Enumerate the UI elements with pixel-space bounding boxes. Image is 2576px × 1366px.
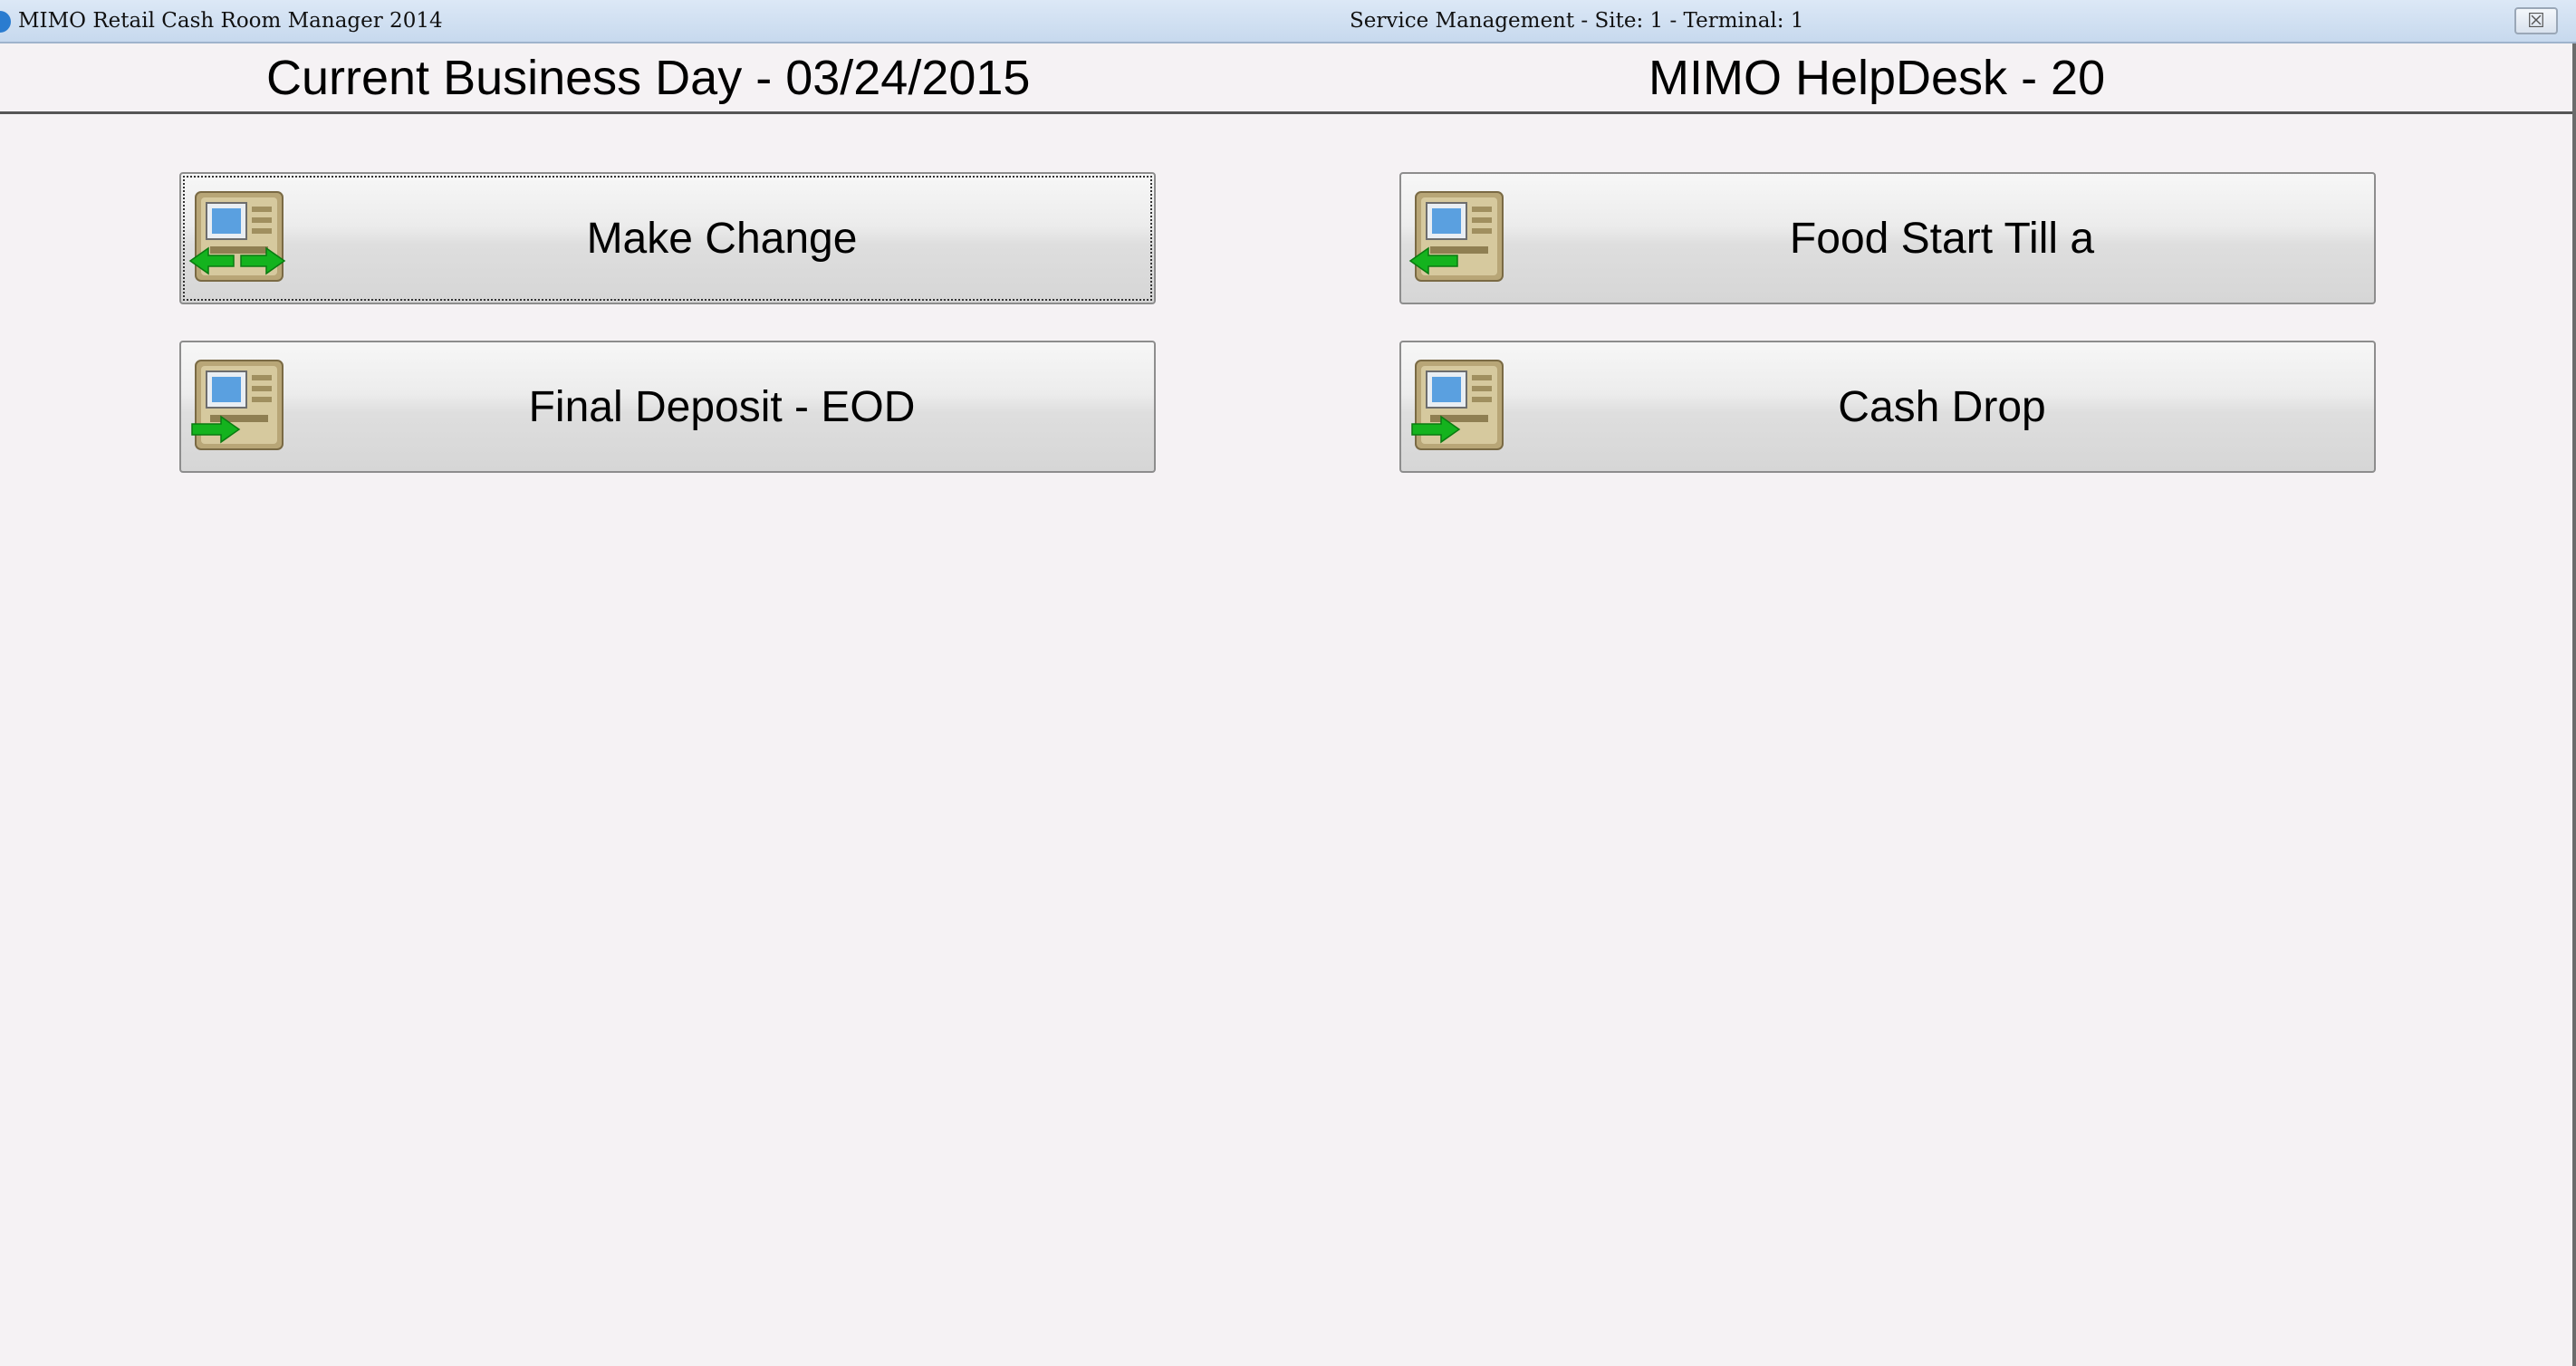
food-start-till-label: Food Start Till a xyxy=(1789,214,2095,263)
window-border xyxy=(2572,43,2576,1366)
final-deposit-label: Final Deposit - EOD xyxy=(528,382,916,431)
cash-drop-label: Cash Drop xyxy=(1838,382,2046,431)
app-title: MIMO Retail Cash Room Manager 2014 xyxy=(18,9,443,33)
make-change-button[interactable]: Make Change xyxy=(179,172,1156,304)
close-icon: ☒ xyxy=(2527,9,2545,33)
cash-drop-button[interactable]: Cash Drop xyxy=(1399,341,2376,473)
final-deposit-button[interactable]: Final Deposit - EOD xyxy=(179,341,1156,473)
make-change-label: Make Change xyxy=(586,214,858,263)
page-header: Current Business Day - 03/24/2015 MIMO H… xyxy=(0,43,2576,114)
window-title: Service Management - Site: 1 - Terminal:… xyxy=(1350,9,1804,33)
helpdesk-label: MIMO HelpDesk - 20 xyxy=(1648,51,2106,105)
food-start-till-button[interactable]: Food Start Till a xyxy=(1399,172,2376,304)
window-titlebar: MIMO Retail Cash Room Manager 2014 Servi… xyxy=(0,0,2576,43)
close-button[interactable]: ☒ xyxy=(2514,7,2558,34)
app-icon xyxy=(0,11,11,33)
business-day-label: Current Business Day - 03/24/2015 xyxy=(266,51,1031,105)
